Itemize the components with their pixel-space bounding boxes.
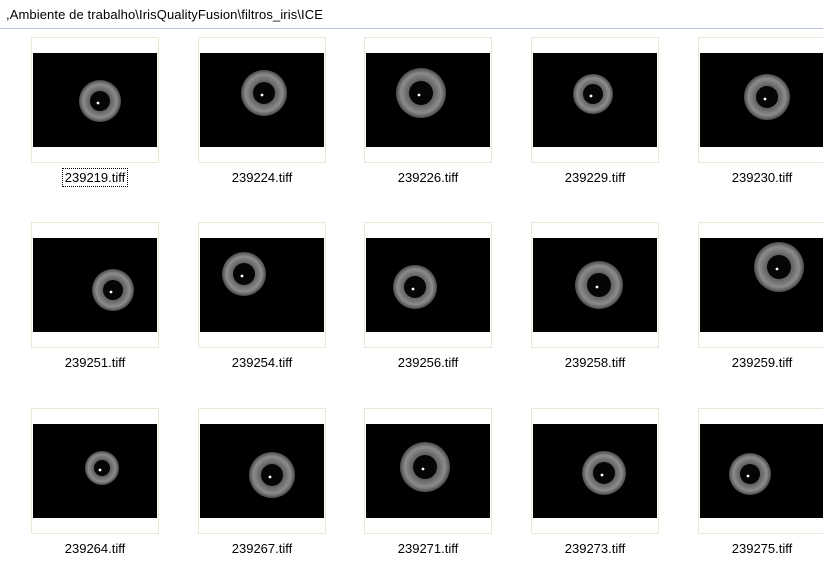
thumbnail-frame[interactable]	[198, 408, 326, 534]
thumbnail-frame[interactable]	[531, 222, 659, 348]
file-name-label[interactable]: 239251.tiff	[25, 355, 165, 370]
file-name-text: 239254.tiff	[231, 355, 293, 370]
iris-thumbnail-image[interactable]	[533, 238, 657, 332]
iris-thumbnail-image[interactable]	[200, 424, 324, 518]
file-name-text: 239267.tiff	[231, 541, 293, 556]
iris-thumbnail-image[interactable]	[533, 424, 657, 518]
thumbnail-frame[interactable]	[698, 222, 823, 348]
file-name-label[interactable]: 239275.tiff	[692, 541, 823, 556]
thumbnail-frame[interactable]	[198, 37, 326, 163]
iris-thumbnail-image[interactable]	[33, 424, 157, 518]
file-item[interactable]: 239224.tiff	[198, 37, 328, 187]
file-name-label[interactable]: 239271.tiff	[358, 541, 498, 556]
file-item[interactable]: 239219.tiff	[31, 37, 161, 187]
iris-thumbnail-image[interactable]	[700, 424, 823, 518]
thumbnail-frame[interactable]	[364, 222, 492, 348]
file-name-label[interactable]: 239259.tiff	[692, 355, 823, 370]
file-name-text: 239230.tiff	[731, 170, 793, 185]
file-item[interactable]: 239254.tiff	[198, 222, 328, 372]
file-name-text: 239264.tiff	[64, 541, 126, 556]
eye-icon	[33, 424, 157, 518]
file-item[interactable]: 239275.tiff	[698, 408, 823, 558]
file-item[interactable]: 239251.tiff	[31, 222, 161, 372]
file-name-label[interactable]: 239264.tiff	[25, 541, 165, 556]
eye-icon	[700, 53, 823, 147]
eye-icon	[200, 53, 324, 147]
file-name-text: 239224.tiff	[231, 170, 293, 185]
file-name-label[interactable]: 239258.tiff	[525, 355, 665, 370]
file-item[interactable]: 239271.tiff	[364, 408, 494, 558]
file-item[interactable]: 239230.tiff	[698, 37, 823, 187]
file-name-text: 239258.tiff	[564, 355, 626, 370]
file-item[interactable]: 239258.tiff	[531, 222, 661, 372]
iris-thumbnail-image[interactable]	[366, 238, 490, 332]
thumbnail-grid: 239219.tiff 239224.tiff 239226.tiff 239229.…	[0, 29, 823, 564]
file-name-text: 239259.tiff	[731, 355, 793, 370]
eye-icon	[200, 238, 324, 332]
iris-thumbnail-image[interactable]	[200, 238, 324, 332]
iris-thumbnail-image[interactable]	[533, 53, 657, 147]
eye-icon	[33, 238, 157, 332]
iris-thumbnail-image[interactable]	[366, 424, 490, 518]
thumbnail-frame[interactable]	[698, 37, 823, 163]
eye-icon	[533, 53, 657, 147]
file-name-text: 239226.tiff	[397, 170, 459, 185]
file-name-label[interactable]: 239224.tiff	[192, 170, 332, 185]
iris-thumbnail-image[interactable]	[33, 53, 157, 147]
file-name-text: 239271.tiff	[397, 541, 459, 556]
file-name-text: 239219.tiff	[61, 168, 129, 187]
thumbnail-frame[interactable]	[31, 408, 159, 534]
eye-icon	[366, 238, 490, 332]
iris-thumbnail-image[interactable]	[200, 53, 324, 147]
iris-thumbnail-image[interactable]	[366, 53, 490, 147]
thumbnail-frame[interactable]	[698, 408, 823, 534]
file-name-text: 239275.tiff	[731, 541, 793, 556]
eye-icon	[33, 53, 157, 147]
file-name-label[interactable]: 239230.tiff	[692, 170, 823, 185]
file-name-label[interactable]: 239254.tiff	[192, 355, 332, 370]
iris-thumbnail-image[interactable]	[700, 53, 823, 147]
thumbnail-frame[interactable]	[364, 37, 492, 163]
file-name-text: 239256.tiff	[397, 355, 459, 370]
thumbnail-frame[interactable]	[531, 37, 659, 163]
file-name-label[interactable]: 239226.tiff	[358, 170, 498, 185]
address-path[interactable]: ,Ambiente de trabalho\IrisQualityFusion\…	[6, 7, 323, 22]
eye-icon	[533, 424, 657, 518]
eye-icon	[700, 238, 823, 332]
thumbnail-frame[interactable]	[531, 408, 659, 534]
file-item[interactable]: 239259.tiff	[698, 222, 823, 372]
thumbnail-frame[interactable]	[198, 222, 326, 348]
address-bar[interactable]: ,Ambiente de trabalho\IrisQualityFusion\…	[0, 0, 823, 29]
file-name-label[interactable]: 239273.tiff	[525, 541, 665, 556]
file-name-text: 239229.tiff	[564, 170, 626, 185]
thumbnail-frame[interactable]	[31, 37, 159, 163]
iris-thumbnail-image[interactable]	[700, 238, 823, 332]
file-name-label[interactable]: 239267.tiff	[192, 541, 332, 556]
file-item[interactable]: 239229.tiff	[531, 37, 661, 187]
file-item[interactable]: 239256.tiff	[364, 222, 494, 372]
file-name-label[interactable]: 239229.tiff	[525, 170, 665, 185]
eye-icon	[533, 238, 657, 332]
file-name-label[interactable]: 239219.tiff	[25, 168, 165, 187]
eye-icon	[366, 424, 490, 518]
file-item[interactable]: 239226.tiff	[364, 37, 494, 187]
file-name-label[interactable]: 239256.tiff	[358, 355, 498, 370]
file-item[interactable]: 239264.tiff	[31, 408, 161, 558]
eye-icon	[366, 53, 490, 147]
thumbnail-frame[interactable]	[364, 408, 492, 534]
file-name-text: 239273.tiff	[564, 541, 626, 556]
iris-thumbnail-image[interactable]	[33, 238, 157, 332]
thumbnail-frame[interactable]	[31, 222, 159, 348]
file-name-text: 239251.tiff	[64, 355, 126, 370]
eye-icon	[700, 424, 823, 518]
eye-icon	[200, 424, 324, 518]
file-item[interactable]: 239267.tiff	[198, 408, 328, 558]
file-item[interactable]: 239273.tiff	[531, 408, 661, 558]
